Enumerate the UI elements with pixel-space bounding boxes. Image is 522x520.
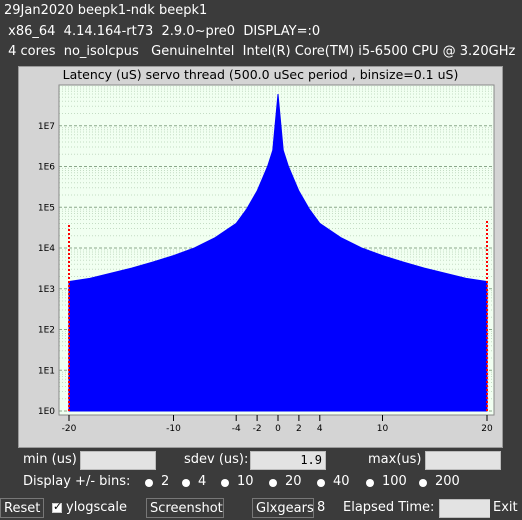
screenshot-button[interactable]: Screenshot bbox=[146, 498, 224, 518]
y-tick-label: 1E7 bbox=[38, 122, 55, 132]
checkmark-icon: ✓ bbox=[53, 500, 63, 513]
latency-histogram: 1E01E11E21E31E41E51E61E7 -20 -10 -4 -2 0 2 4 10… bbox=[38, 84, 495, 434]
bins-radio-2[interactable] bbox=[145, 479, 153, 487]
bins-radio-40-label: 40 bbox=[333, 474, 350, 489]
x-tick-label: -4 bbox=[232, 424, 241, 434]
x-tick-label: 4 bbox=[317, 424, 323, 434]
bins-radio-40[interactable] bbox=[317, 479, 325, 487]
x-tick-label: 10 bbox=[377, 424, 389, 434]
y-tick-label: 1E0 bbox=[38, 407, 55, 417]
bins-radio-20[interactable] bbox=[269, 479, 277, 487]
bins-radio-100[interactable] bbox=[366, 479, 374, 487]
x-tick-label: 2 bbox=[296, 424, 302, 434]
max-label: max(us) bbox=[368, 452, 422, 467]
max-field[interactable] bbox=[425, 451, 501, 470]
y-tick-label: 1E2 bbox=[38, 326, 55, 336]
chart-frame: Latency (uS) servo thread (500.0 uSec pe… bbox=[18, 66, 503, 448]
header-line-2: x86_64 4.14.164-rt73 2.9.0~pre0 DISPLAY=… bbox=[4, 24, 321, 39]
y-tick-label: 1E1 bbox=[38, 366, 55, 376]
x-tick-label: 0 bbox=[275, 424, 281, 434]
bins-label: Display +/- bins: bbox=[23, 474, 131, 489]
x-tick-label: -20 bbox=[62, 424, 77, 434]
sdev-field[interactable]: 1.9 bbox=[250, 451, 326, 470]
header-line-3: 4 cores no_isolcpus GenuineIntel Intel(R… bbox=[4, 44, 516, 59]
sdev-label: sdev (us): bbox=[184, 452, 249, 467]
y-tick-label: 1E4 bbox=[38, 244, 55, 254]
y-tick-label: 1E5 bbox=[38, 203, 55, 213]
ylogscale-checkbox[interactable]: ✓ bbox=[52, 500, 63, 513]
x-tick-label: -2 bbox=[253, 424, 262, 434]
bins-radio-10-label: 10 bbox=[237, 474, 254, 489]
bins-radio-200-label: 200 bbox=[435, 474, 460, 489]
bins-radio-100-label: 100 bbox=[382, 474, 407, 489]
header-line-1: 29Jan2020 beepk1-ndk beepk1 bbox=[4, 3, 208, 18]
glxgears-button[interactable]: Glxgears bbox=[252, 498, 314, 518]
elapsed-time-field[interactable] bbox=[439, 499, 491, 518]
exit-button[interactable]: Exit bbox=[490, 498, 522, 518]
glxgears-count: 8 bbox=[317, 500, 326, 515]
x-tick-label: -10 bbox=[166, 424, 181, 434]
elapsed-time-label: Elapsed Time: bbox=[343, 500, 435, 515]
x-tick-label: 20 bbox=[481, 424, 493, 434]
bins-radio-20-label: 20 bbox=[285, 474, 302, 489]
min-label: min (us) bbox=[23, 452, 77, 467]
bins-radio-2-label: 2 bbox=[161, 474, 170, 489]
min-field[interactable] bbox=[80, 451, 156, 470]
bins-radio-4[interactable] bbox=[182, 479, 190, 487]
ylogscale-label: ylogscale bbox=[66, 500, 128, 515]
bins-radio-4-label: 4 bbox=[198, 474, 207, 489]
y-tick-label: 1E3 bbox=[38, 285, 55, 295]
bins-radio-200[interactable] bbox=[419, 479, 427, 487]
y-tick-label: 1E6 bbox=[38, 163, 55, 173]
reset-button[interactable]: Reset bbox=[0, 498, 44, 518]
bins-radio-10[interactable] bbox=[221, 479, 229, 487]
